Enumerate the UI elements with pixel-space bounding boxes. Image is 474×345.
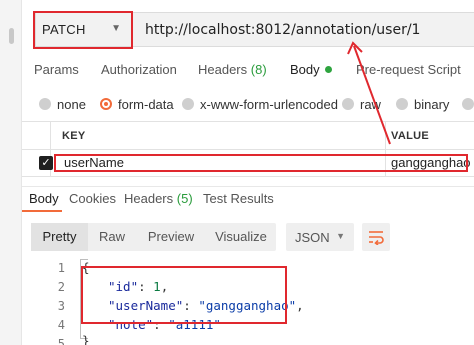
- column-header-key: KEY: [62, 130, 86, 142]
- radio-icon: [462, 98, 474, 110]
- chevron-down-icon: ▼: [336, 231, 345, 241]
- table-row-border: [22, 176, 474, 177]
- annotation-box-method: [33, 11, 133, 49]
- line-number: 3: [57, 299, 65, 313]
- annotation-box-param-row: [54, 154, 468, 172]
- radio-icon: [182, 98, 194, 110]
- view-raw-button[interactable]: Raw: [88, 223, 136, 251]
- table-top-border: [22, 121, 474, 122]
- radio-label: form-data: [118, 96, 174, 112]
- tab-label: Body: [290, 62, 320, 77]
- active-tab-underline: [22, 210, 62, 212]
- wrap-lines-icon: [369, 231, 384, 245]
- json-punctuation: ,: [296, 298, 304, 313]
- line-number: 1: [57, 261, 65, 275]
- radio-selected-icon: [100, 98, 112, 110]
- radio-label: binary: [414, 96, 450, 112]
- url-text: http://localhost:8012/annotation/user/1: [145, 21, 421, 38]
- annotation-box-response: [81, 266, 287, 324]
- annotation-arrow: [347, 41, 391, 145]
- response-divider: [22, 186, 474, 187]
- line-number: 2: [57, 280, 65, 294]
- radio-form-data[interactable]: form-data: [100, 95, 174, 113]
- line-number: 4: [57, 318, 65, 332]
- code-line: }: [82, 333, 90, 345]
- tab-body[interactable]: Body: [290, 62, 332, 80]
- tab-count: (8): [250, 62, 267, 77]
- radio-none[interactable]: none: [39, 95, 86, 113]
- wrap-lines-button[interactable]: [362, 223, 390, 251]
- tab-label: Body: [29, 191, 59, 206]
- radio-overflow[interactable]: [462, 95, 474, 113]
- tab-label: Cookies: [69, 191, 116, 206]
- radio-binary[interactable]: binary: [396, 95, 449, 113]
- scroll-thumb[interactable]: [9, 28, 14, 44]
- scroll-gutter[interactable]: [0, 0, 22, 345]
- tab-label: Params: [34, 62, 79, 77]
- tab-authorization[interactable]: Authorization: [101, 62, 177, 80]
- tab-count: (5): [176, 191, 193, 206]
- line-number: 5: [57, 337, 65, 345]
- url-input[interactable]: http://localhost:8012/annotation/user/1: [132, 12, 474, 47]
- tab-params[interactable]: Params: [34, 62, 79, 80]
- radio-label: none: [57, 96, 86, 112]
- radio-icon: [39, 98, 51, 110]
- radio-x-www-form-urlencoded[interactable]: x-www-form-urlencoded: [182, 95, 338, 113]
- view-pretty-button[interactable]: Pretty: [31, 223, 88, 251]
- response-tab-body[interactable]: Body: [29, 191, 59, 206]
- code-brace: }: [82, 333, 90, 345]
- tab-headers[interactable]: Headers (8): [198, 62, 267, 80]
- modified-dot-icon: [324, 66, 332, 73]
- checkmark-icon[interactable]: ✓: [39, 156, 53, 170]
- tab-label: Headers: [124, 191, 174, 206]
- tab-label: Authorization: [101, 62, 177, 77]
- view-visualize-button[interactable]: Visualize: [206, 223, 276, 251]
- table-row-border: [22, 149, 474, 150]
- response-tab-test-results[interactable]: Test Results: [203, 191, 274, 206]
- format-label: JSON: [295, 229, 330, 245]
- view-preview-button[interactable]: Preview: [136, 223, 206, 251]
- tab-label: Headers: [198, 62, 248, 77]
- tab-label: Test Results: [203, 191, 274, 206]
- response-tab-headers[interactable]: Headers (5): [124, 191, 193, 206]
- format-select[interactable]: JSON ▼: [286, 223, 354, 251]
- response-tab-cookies[interactable]: Cookies: [69, 191, 116, 206]
- radio-label: x-www-form-urlencoded: [200, 96, 338, 112]
